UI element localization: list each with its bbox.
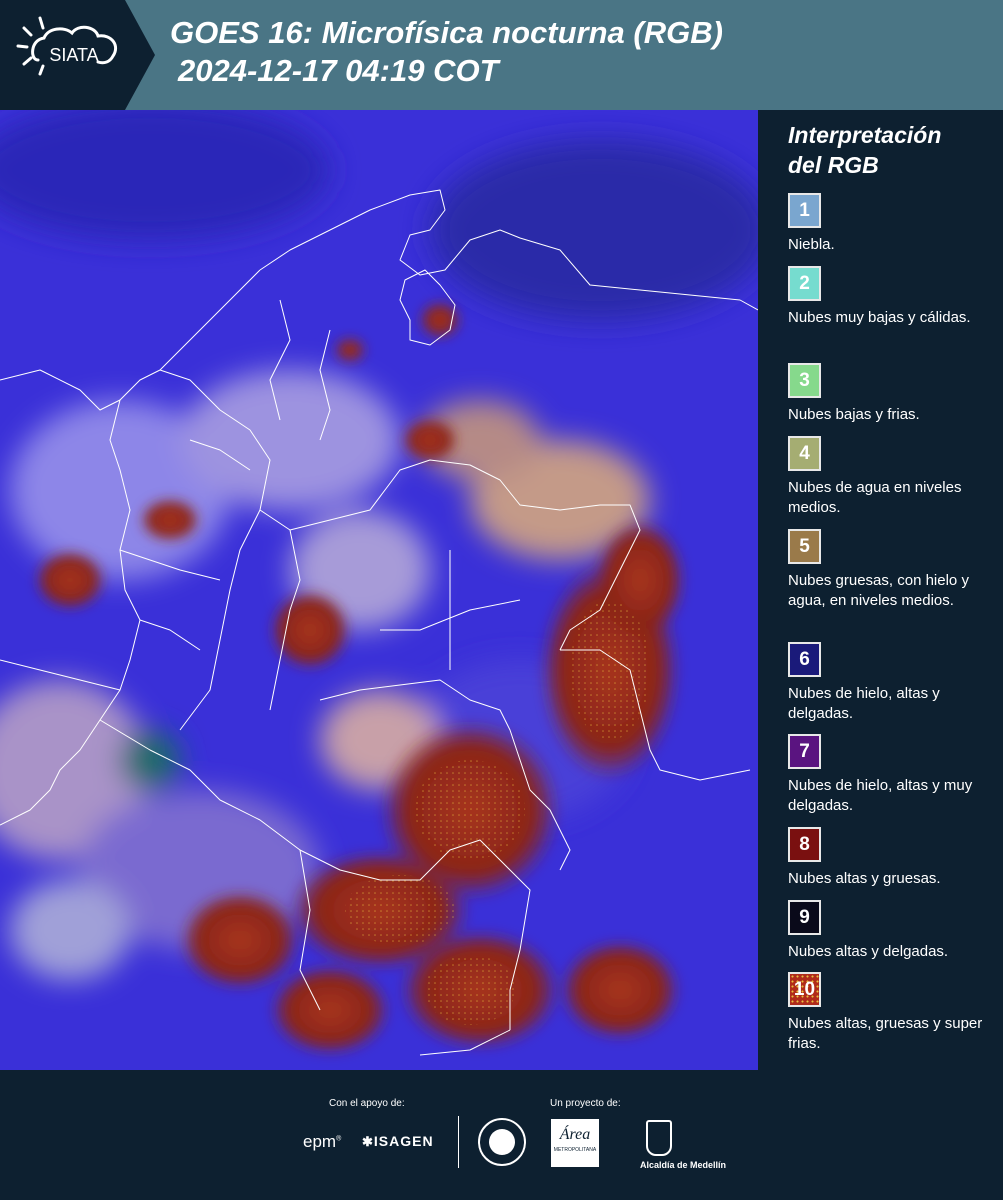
legend-item: 2 Nubes muy bajas y cálidas.	[788, 266, 993, 328]
legend-item: 7 Nubes de hielo, altas y muy delgadas.	[788, 734, 993, 816]
legend-swatch: 9	[788, 900, 821, 935]
legend-swatch: 3	[788, 363, 821, 398]
legend-item: 9 Nubes altas y delgadas.	[788, 900, 993, 962]
legend-title-line-2: del RGB	[788, 152, 879, 178]
siata-logo: SIATA	[0, 0, 155, 110]
legend-title-line-1: Interpretación	[788, 122, 942, 148]
legend-label: Nubes de hielo, altas y muy delgadas.	[788, 777, 973, 814]
title-line-1: GOES 16: Microfísica nocturna (RGB)	[170, 15, 723, 50]
support-label: Con el apoyo de:	[329, 1098, 405, 1109]
legend-label: Nubes altas, gruesas y super frias.	[788, 1015, 983, 1052]
area-metropolitana-title: Área	[559, 1126, 591, 1143]
header-bar: SIATA GOES 16: Microfísica nocturna (RGB…	[0, 0, 1003, 110]
legend-item: 8 Nubes altas y gruesas.	[788, 827, 993, 889]
legend-panel: Interpretación del RGB 1 Niebla. 2 Nubes…	[758, 110, 1003, 1070]
area-metropolitana-logo: Área METROPOLITANA	[551, 1119, 599, 1167]
legend-swatch: 6	[788, 642, 821, 677]
legend-label: Nubes muy bajas y cálidas.	[788, 309, 971, 326]
legend-item: 6 Nubes de hielo, altas y delgadas.	[788, 642, 993, 724]
footer-divider	[458, 1116, 459, 1168]
legend-label: Nubes bajas y frias.	[788, 406, 920, 423]
legend-swatch: 1	[788, 193, 821, 228]
epm-logo: epm®	[303, 1132, 342, 1151]
legend-swatch: 10	[788, 972, 821, 1007]
satellite-rgb-map	[0, 110, 758, 1070]
siata-logo-text: SIATA	[49, 45, 98, 65]
page-title: GOES 16: Microfísica nocturna (RGB) 2024…	[170, 14, 723, 90]
title-line-2: 2024-12-17 04:19 COT	[178, 53, 499, 88]
isagen-logo: ✱ISAGEN	[362, 1133, 434, 1150]
legend-item: 1 Niebla.	[788, 193, 993, 255]
medellin-seal-inner	[489, 1129, 515, 1155]
legend-item: 10 Nubes altas, gruesas y super frias.	[788, 972, 993, 1054]
legend-label: Nubes altas y delgadas.	[788, 943, 949, 960]
area-metropolitana-sub: METROPOLITANA	[553, 1147, 597, 1153]
legend-label: Niebla.	[788, 236, 835, 253]
alcaldia-shield-icon	[646, 1120, 672, 1156]
isagen-logo-text: ISAGEN	[373, 1133, 434, 1149]
legend-swatch: 8	[788, 827, 821, 862]
epm-logo-text: epm	[303, 1132, 337, 1151]
isagen-icon: ✱	[362, 1134, 374, 1149]
legend-label: Nubes gruesas, con hielo y agua, en nive…	[788, 572, 969, 609]
legend-swatch: 4	[788, 436, 821, 471]
medellin-seal-icon	[478, 1118, 526, 1166]
legend-item: 4 Nubes de agua en niveles medios.	[788, 436, 993, 518]
legend-label: Nubes altas y gruesas.	[788, 870, 941, 887]
legend-title: Interpretación del RGB	[788, 120, 941, 180]
legend-label: Nubes de hielo, altas y delgadas.	[788, 685, 940, 722]
project-label: Un proyecto de:	[550, 1098, 621, 1109]
legend-swatch: 2	[788, 266, 821, 301]
legend-swatch: 7	[788, 734, 821, 769]
legend-label: Nubes de agua en niveles medios.	[788, 479, 962, 516]
legend-swatch: 5	[788, 529, 821, 564]
legend-item: 5 Nubes gruesas, con hielo y agua, en ni…	[788, 529, 993, 611]
footer: Con el apoyo de: Un proyecto de: epm® ✱I…	[0, 1070, 1003, 1200]
legend-item: 3 Nubes bajas y frias.	[788, 363, 993, 425]
alcaldia-label: Alcaldía de Medellín	[640, 1160, 727, 1170]
